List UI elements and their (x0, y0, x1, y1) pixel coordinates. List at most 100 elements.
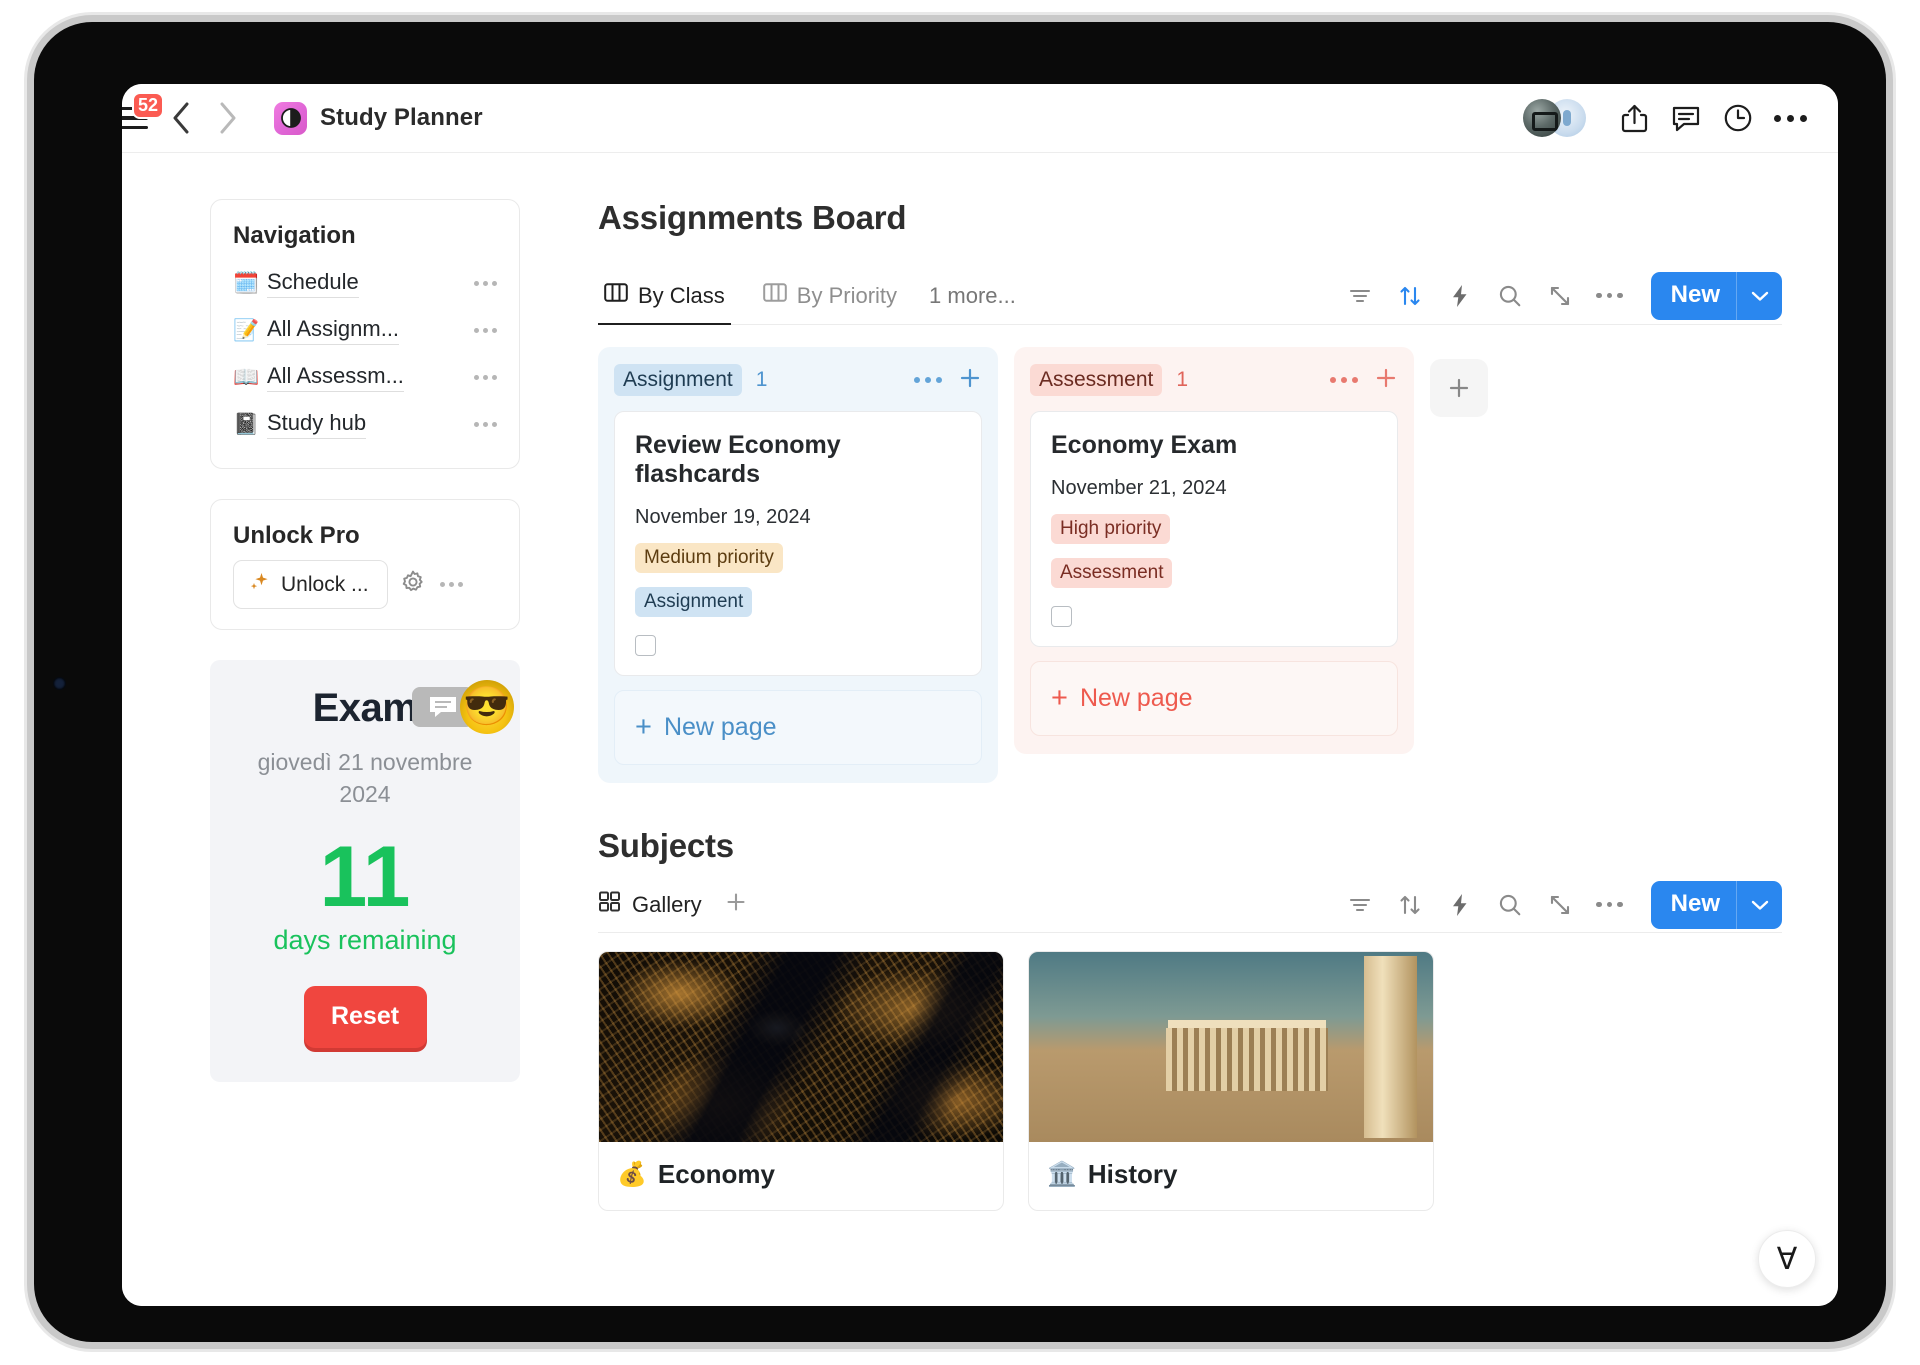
row-more-options-icon[interactable] (474, 375, 497, 380)
new-page-button[interactable]: + New page (614, 690, 982, 765)
app-top-bar: 52 Study Planner (122, 84, 1838, 152)
tab-by-priority[interactable]: By Priority (757, 267, 903, 324)
search-icon[interactable] (1493, 279, 1527, 313)
filter-icon[interactable] (1343, 279, 1377, 313)
filter-icon[interactable] (1343, 888, 1377, 922)
classical-building-icon: 🏛️ (1047, 1160, 1077, 1188)
share-icon[interactable] (1608, 92, 1660, 144)
column-more-options-icon[interactable] (914, 377, 942, 383)
new-page-button[interactable]: + New page (1030, 661, 1398, 736)
sidebar-item-all-assessments[interactable]: 📖 All Assessm... (233, 354, 497, 401)
notebook-icon: 📓 (233, 413, 260, 436)
add-view-icon[interactable] (724, 890, 748, 919)
unlock-more-options-icon[interactable] (439, 582, 463, 587)
more-views-link[interactable]: 1 more... (929, 283, 1016, 309)
new-button[interactable]: New (1650, 880, 1782, 929)
sidebar-item-all-assignments[interactable]: 📝 All Assignm... (233, 307, 497, 354)
column-name-chip: Assessment (1030, 364, 1163, 396)
task-date: November 19, 2024 (635, 506, 811, 528)
sidebar-item-study-hub[interactable]: 📓 Study hub (233, 401, 497, 448)
expand-icon[interactable] (1543, 888, 1577, 922)
add-card-icon[interactable] (1374, 366, 1398, 395)
search-icon[interactable] (1493, 888, 1527, 922)
avatar-emoji[interactable]: 😎 (460, 680, 514, 734)
lightning-icon[interactable] (1443, 888, 1477, 922)
unlock-button-label: Unlock ... (281, 572, 369, 596)
sidebar-item-label: Schedule (267, 269, 359, 298)
subjects-view-bar: Gallery New (598, 877, 1782, 933)
add-card-icon[interactable] (958, 366, 982, 395)
sort-icon[interactable] (1393, 888, 1427, 922)
sort-icon[interactable] (1393, 279, 1427, 313)
row-more-options-icon[interactable] (474, 422, 497, 427)
tablet-device-frame: 52 Study Planner Navigation 🗓️ Schedule … (34, 22, 1886, 1342)
countdown-title: Exam (312, 686, 418, 730)
task-checkbox[interactable] (1051, 606, 1072, 627)
reset-button[interactable]: Reset (303, 985, 427, 1048)
gallery-card-history[interactable]: 🏛️ History (1028, 951, 1434, 1211)
gallery-card-label: Economy (657, 1159, 775, 1189)
task-checkbox[interactable] (635, 635, 656, 656)
task-card[interactable]: Review Economy flashcards November 19, 2… (614, 411, 982, 676)
task-title: Economy Exam (1051, 431, 1238, 459)
chevron-left-icon[interactable] (158, 95, 204, 141)
collaborator-avatars[interactable] (1523, 99, 1586, 137)
notion-ai-icon[interactable]: Ɐ (1758, 1230, 1816, 1288)
subjects-section: Subjects Gallery New 💰 Economy 🏛️ Histor… (598, 827, 1782, 1211)
column-more-options-icon[interactable] (1330, 377, 1358, 383)
add-column-button[interactable] (1430, 359, 1488, 417)
screenshot-stage: 52 Study Planner Navigation 🗓️ Schedule … (0, 0, 1920, 1365)
column-header: Assessment 1 (1030, 363, 1398, 397)
chevron-down-icon[interactable] (1736, 271, 1782, 320)
priority-tag: High priority (1051, 514, 1171, 544)
chevron-down-icon[interactable] (1736, 880, 1782, 929)
plus-icon: + (635, 711, 652, 743)
row-more-options-icon[interactable] (474, 281, 497, 286)
main-panel: Assignments Board By Class By Priority 1… (542, 153, 1838, 1306)
gear-icon[interactable] (400, 569, 426, 600)
left-sidebar: Navigation 🗓️ Schedule 📝 All Assignm... (122, 153, 542, 1306)
column-actions (1330, 366, 1398, 395)
sidebar-item-schedule[interactable]: 🗓️ Schedule (233, 260, 497, 307)
exam-countdown-widget: Exam 😎 giovedì 21 novembre 2024 11 days … (210, 660, 520, 1082)
gallery-view-icon (598, 890, 621, 919)
subjects-toolbar: New (1343, 880, 1782, 929)
tab-gallery[interactable]: Gallery (598, 890, 708, 919)
tab-label: By Priority (796, 282, 898, 308)
board-view-icon (762, 282, 787, 309)
chevron-right-icon[interactable] (204, 95, 250, 141)
task-date: November 21, 2024 (1051, 477, 1227, 499)
column-count: 1 (1176, 368, 1189, 391)
navigation-card: Navigation 🗓️ Schedule 📝 All Assignm... (210, 199, 520, 469)
app-bar-right-group (1523, 92, 1816, 144)
more-options-icon[interactable] (1593, 888, 1627, 922)
gallery-card-caption: 🏛️ History (1029, 1142, 1433, 1210)
more-options-icon[interactable] (1764, 92, 1816, 144)
calendar-icon: 🗓️ (233, 272, 260, 295)
new-button[interactable]: New (1650, 271, 1782, 320)
expand-icon[interactable] (1543, 279, 1577, 313)
task-card[interactable]: Economy Exam November 21, 2024 High prio… (1030, 411, 1398, 647)
type-tag: Assignment (635, 587, 753, 617)
unlock-pro-card: Unlock Pro Unlock ... (210, 499, 520, 630)
more-options-icon[interactable] (1593, 279, 1627, 313)
new-button-label: New (1670, 280, 1720, 308)
countdown-number: 11 (319, 829, 411, 926)
navigation-title: Navigation (233, 222, 356, 249)
new-page-label: New page (663, 713, 777, 741)
new-page-label: New page (1079, 684, 1193, 712)
comment-icon[interactable] (1660, 92, 1712, 144)
breadcrumb[interactable]: Study Planner (274, 101, 483, 135)
lightning-icon[interactable] (1443, 279, 1477, 313)
money-bag-icon: 💰 (617, 1160, 647, 1188)
row-more-options-icon[interactable] (474, 328, 497, 333)
board-view-bar: By Class By Priority 1 more... New (598, 267, 1782, 325)
board-view-icon (604, 282, 628, 309)
clock-history-icon[interactable] (1712, 92, 1764, 144)
tab-by-class[interactable]: By Class (598, 267, 731, 325)
unlock-button[interactable]: Unlock ... (233, 560, 388, 609)
sidebar-item-label: All Assessm... (267, 363, 404, 392)
hamburger-menu-icon[interactable]: 52 (122, 92, 165, 140)
avatar[interactable] (1523, 99, 1561, 137)
gallery-card-economy[interactable]: 💰 Economy (598, 951, 1004, 1211)
